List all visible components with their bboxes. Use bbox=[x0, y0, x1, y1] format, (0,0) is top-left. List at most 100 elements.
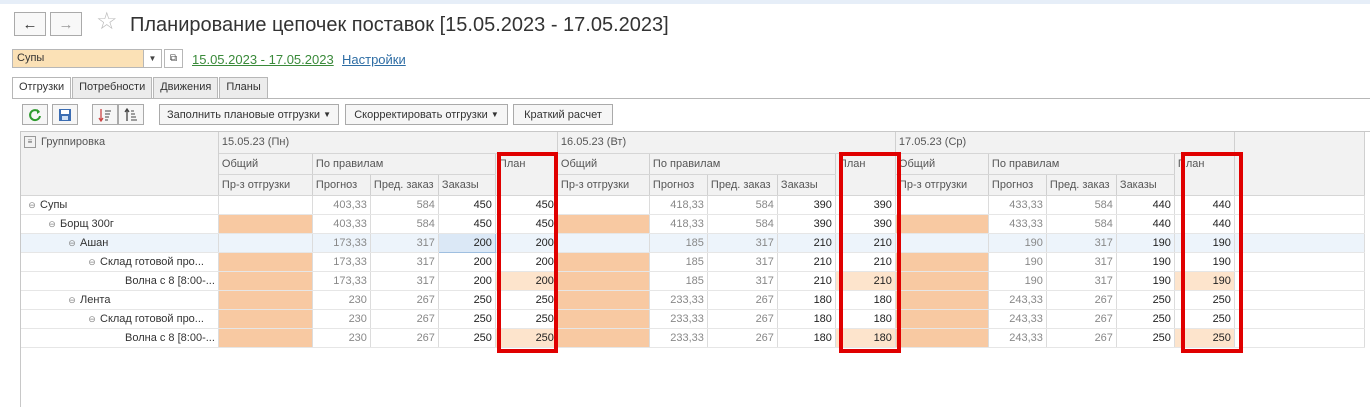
orders-cell[interactable]: 190 bbox=[1116, 271, 1175, 291]
ship-cell[interactable] bbox=[218, 233, 313, 253]
orders-cell[interactable]: 250 bbox=[1116, 290, 1175, 310]
table-row[interactable]: Волна с 8 [8:00-... 173,33 317 200 200 185 317… bbox=[21, 271, 1365, 291]
orders-cell[interactable]: 210 bbox=[777, 252, 836, 272]
ship-cell[interactable] bbox=[218, 328, 313, 348]
table-row[interactable]: ⊖ Склад готовой про... 230 267 250 250 233,33 2… bbox=[21, 309, 1365, 329]
orders-cell[interactable]: 210 bbox=[777, 233, 836, 253]
orders-cell[interactable]: 200 bbox=[438, 271, 496, 291]
ship-cell[interactable] bbox=[557, 252, 650, 272]
orders-cell[interactable]: 210 bbox=[777, 271, 836, 291]
ship-cell[interactable] bbox=[895, 233, 989, 253]
plan-cell[interactable]: 180 bbox=[835, 309, 896, 329]
plan-cell[interactable]: 210 bbox=[835, 252, 896, 272]
adjust-shipments-button[interactable]: Скорректировать отгрузки ▼ bbox=[345, 104, 508, 125]
fill-planned-shipments-button[interactable]: Заполнить плановые отгрузки ▼ bbox=[159, 104, 339, 125]
ship-cell[interactable] bbox=[557, 195, 650, 215]
orders-cell[interactable]: 390 bbox=[777, 214, 836, 234]
collapse-toggle-icon[interactable]: ⊖ bbox=[67, 295, 77, 306]
ship-cell[interactable] bbox=[218, 309, 313, 329]
ship-cell[interactable] bbox=[557, 271, 650, 291]
orders-cell[interactable]: 190 bbox=[1116, 252, 1175, 272]
short-calc-button[interactable]: Краткий расчет bbox=[513, 104, 613, 125]
orders-cell[interactable]: 180 bbox=[777, 328, 836, 348]
plan-cell[interactable]: 190 bbox=[1174, 233, 1235, 253]
plan-cell[interactable]: 450 bbox=[495, 195, 558, 215]
ship-cell[interactable] bbox=[218, 271, 313, 291]
table-row[interactable]: ⊖ Ашан 173,33 317 200 200 185 317 210 210 190 317 19… bbox=[21, 232, 1365, 253]
row-label[interactable]: Волна с 8 [8:00-... bbox=[21, 328, 219, 348]
tab-movements[interactable]: Движения bbox=[153, 77, 219, 98]
plan-cell[interactable]: 200 bbox=[495, 233, 558, 253]
forward-button[interactable]: → bbox=[50, 12, 82, 36]
plan-cell[interactable]: 190 bbox=[1174, 252, 1235, 272]
plan-cell[interactable]: 180 bbox=[835, 328, 896, 348]
row-label[interactable]: Волна с 8 [8:00-... bbox=[21, 271, 219, 291]
tab-shipments[interactable]: Отгрузки bbox=[12, 77, 72, 99]
orders-cell[interactable]: 450 bbox=[438, 195, 496, 215]
orders-cell[interactable]: 250 bbox=[1116, 309, 1175, 329]
table-row[interactable]: Волна с 8 [8:00-... 230 267 250 250 233,33 267… bbox=[21, 328, 1365, 348]
plan-cell[interactable]: 250 bbox=[495, 309, 558, 329]
tab-plans[interactable]: Планы bbox=[219, 77, 268, 98]
plan-cell[interactable]: 250 bbox=[495, 290, 558, 310]
plan-cell[interactable]: 250 bbox=[1174, 328, 1235, 348]
plan-cell[interactable]: 250 bbox=[495, 328, 558, 348]
collapse-toggle-icon[interactable]: ⊖ bbox=[27, 200, 37, 211]
ship-cell[interactable] bbox=[895, 214, 989, 234]
row-label[interactable]: ⊖ Ашан bbox=[21, 233, 219, 253]
plan-cell[interactable]: 390 bbox=[835, 214, 896, 234]
row-label[interactable]: ⊖ Борщ 300г bbox=[21, 214, 219, 234]
orders-cell[interactable]: 190 bbox=[1116, 233, 1175, 253]
orders-cell[interactable]: 200 bbox=[437, 232, 496, 253]
orders-cell[interactable]: 250 bbox=[1116, 328, 1175, 348]
table-row[interactable]: ⊖ Склад готовой про... 173,33 317 200 200 185 3… bbox=[21, 252, 1365, 272]
collapse-toggle-icon[interactable]: ⊖ bbox=[87, 257, 97, 268]
plan-cell[interactable]: 200 bbox=[495, 252, 558, 272]
plan-cell[interactable]: 440 bbox=[1174, 195, 1235, 215]
table-row[interactable]: ⊖ Борщ 300г 403,33 584 450 450 418,33 584 390 390… bbox=[21, 214, 1365, 234]
ship-cell[interactable] bbox=[218, 252, 313, 272]
ship-cell[interactable] bbox=[218, 290, 313, 310]
sort-desc-button[interactable] bbox=[92, 104, 118, 125]
ship-cell[interactable] bbox=[895, 271, 989, 291]
tab-needs[interactable]: Потребности bbox=[72, 77, 153, 98]
back-button[interactable]: ← bbox=[14, 12, 46, 36]
dropdown-button[interactable]: ▼ bbox=[143, 49, 162, 68]
row-label[interactable]: ⊖ Склад готовой про... bbox=[21, 309, 219, 329]
plan-cell[interactable]: 390 bbox=[835, 195, 896, 215]
plan-cell[interactable]: 250 bbox=[1174, 290, 1235, 310]
ship-cell[interactable] bbox=[895, 309, 989, 329]
plan-cell[interactable]: 440 bbox=[1174, 214, 1235, 234]
settings-link[interactable]: Настройки bbox=[342, 52, 406, 67]
orders-cell[interactable]: 250 bbox=[438, 290, 496, 310]
row-label[interactable]: ⊖ Супы bbox=[21, 195, 219, 215]
ship-cell[interactable] bbox=[895, 328, 989, 348]
row-label[interactable]: ⊖ Лента bbox=[21, 290, 219, 310]
grouping-header[interactable]: ≡ Группировка bbox=[21, 132, 219, 196]
collapse-toggle-icon[interactable]: ⊖ bbox=[67, 238, 77, 249]
collapse-toggle-icon[interactable]: ⊖ bbox=[47, 219, 57, 230]
period-link[interactable]: 15.05.2023 - 17.05.2023 bbox=[192, 52, 334, 67]
orders-cell[interactable]: 390 bbox=[777, 195, 836, 215]
favorite-star-icon[interactable]: ☆ bbox=[96, 10, 118, 34]
plan-cell[interactable]: 450 bbox=[495, 214, 558, 234]
plan-cell[interactable]: 200 bbox=[495, 271, 558, 291]
ship-cell[interactable] bbox=[557, 233, 650, 253]
plan-cell[interactable]: 210 bbox=[835, 233, 896, 253]
table-row[interactable]: ⊖ Лента 230 267 250 250 233,33 267 180 180 243,33 2… bbox=[21, 290, 1365, 310]
plan-cell[interactable]: 190 bbox=[1174, 271, 1235, 291]
orders-cell[interactable]: 450 bbox=[438, 214, 496, 234]
table-row[interactable]: ⊖ Супы 403,33 584 450 450 418,33 584 390 390 433,3… bbox=[21, 195, 1365, 215]
sort-asc-button[interactable] bbox=[118, 104, 144, 125]
orders-cell[interactable]: 440 bbox=[1116, 214, 1175, 234]
ship-cell[interactable] bbox=[895, 252, 989, 272]
collapse-toggle-icon[interactable]: ⊖ bbox=[87, 314, 97, 325]
row-label[interactable]: ⊖ Склад готовой про... bbox=[21, 252, 219, 272]
orders-cell[interactable]: 180 bbox=[777, 309, 836, 329]
orders-cell[interactable]: 440 bbox=[1116, 195, 1175, 215]
plan-cell[interactable]: 250 bbox=[1174, 309, 1235, 329]
planning-grid[interactable]: ≡ Группировка 15.05.23 (Пн) 16.05.23 (Вт)… bbox=[20, 131, 1370, 407]
ship-cell[interactable] bbox=[895, 290, 989, 310]
ship-cell[interactable] bbox=[557, 214, 650, 234]
orders-cell[interactable]: 180 bbox=[777, 290, 836, 310]
